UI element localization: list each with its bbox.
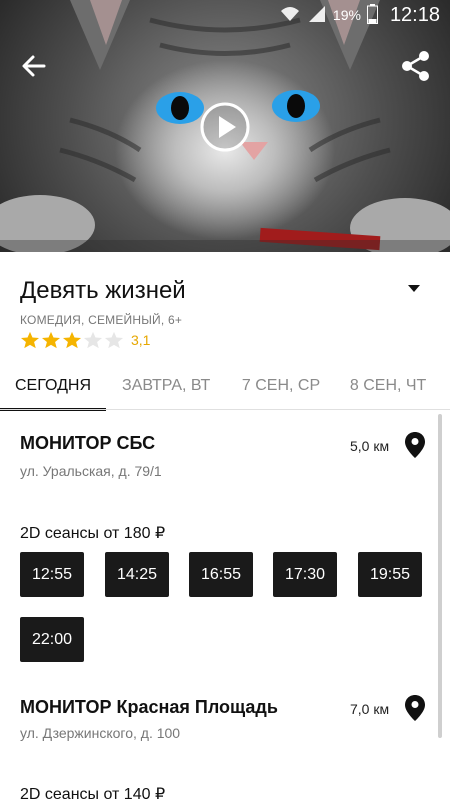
tab-sep-8[interactable]: 8 СЕН, ЧТ <box>335 362 450 410</box>
showtime-button[interactable]: 19:55 <box>358 552 422 597</box>
share-button[interactable] <box>398 48 434 84</box>
scrollbar[interactable] <box>438 414 442 738</box>
cinema-name[interactable]: МОНИТОР СБС <box>20 433 155 454</box>
caret-down-icon <box>408 285 420 292</box>
battery-icon <box>366 3 378 27</box>
wifi-icon <box>279 5 301 26</box>
movie-title: Девять жизней <box>20 277 186 304</box>
showtime-button[interactable]: 16:55 <box>189 552 253 597</box>
star-empty-icon <box>105 331 123 349</box>
cinema-distance: 5,0 км <box>350 438 390 454</box>
back-button[interactable] <box>16 48 52 84</box>
details-dropdown[interactable] <box>404 280 424 296</box>
clock: 12:18 <box>389 3 440 26</box>
location-pin-icon[interactable] <box>404 694 426 722</box>
cinema-list[interactable]: МОНИТОР СБС 5,0 км ул. Уральская, д. 79/… <box>0 410 450 800</box>
format-label: 2D сеансы от 140 ₽ <box>20 786 166 800</box>
date-tabs: СЕГОДНЯ ЗАВТРА, ВТ 7 СЕН, СР 8 СЕН, ЧТ <box>0 362 450 411</box>
star-empty-icon <box>84 331 102 349</box>
format-label: 2D сеансы от 180 ₽ <box>20 525 166 542</box>
movie-rating: 3,1 <box>20 331 150 349</box>
tab-tomorrow[interactable]: ЗАВТРА, ВТ <box>106 362 227 410</box>
cinema-address: ул. Дзержинского, д. 100 <box>20 725 181 741</box>
movie-genre: КОМЕДИЯ, СЕМЕЙНЫЙ, 6+ <box>20 313 183 327</box>
share-icon <box>402 51 429 81</box>
rating-value: 3,1 <box>131 332 151 348</box>
battery-percent: 19% <box>332 7 361 23</box>
signal-icon <box>307 5 327 26</box>
play-trailer-button[interactable] <box>199 101 251 153</box>
showtime-button[interactable]: 14:25 <box>105 552 169 597</box>
cinema-name[interactable]: МОНИТОР Красная Площадь <box>20 697 278 718</box>
cinema-distance: 7,0 км <box>350 701 390 717</box>
status-bar: 19% 12:18 <box>0 0 450 30</box>
cinema-address: ул. Уральская, д. 79/1 <box>20 463 162 479</box>
star-icon <box>42 331 60 349</box>
showtime-button[interactable]: 17:30 <box>273 552 337 597</box>
movie-poster: 19% 12:18 <box>0 0 450 252</box>
showtime-button[interactable]: 12:55 <box>20 552 84 597</box>
location-pin-icon[interactable] <box>404 431 426 459</box>
showtime-button[interactable]: 22:00 <box>20 617 84 662</box>
star-icon <box>63 331 81 349</box>
star-icon <box>21 331 39 349</box>
play-icon <box>200 102 250 152</box>
tab-today[interactable]: СЕГОДНЯ <box>0 362 107 411</box>
tab-sep-7[interactable]: 7 СЕН, СР <box>227 362 335 410</box>
arrow-back-icon <box>22 55 46 77</box>
